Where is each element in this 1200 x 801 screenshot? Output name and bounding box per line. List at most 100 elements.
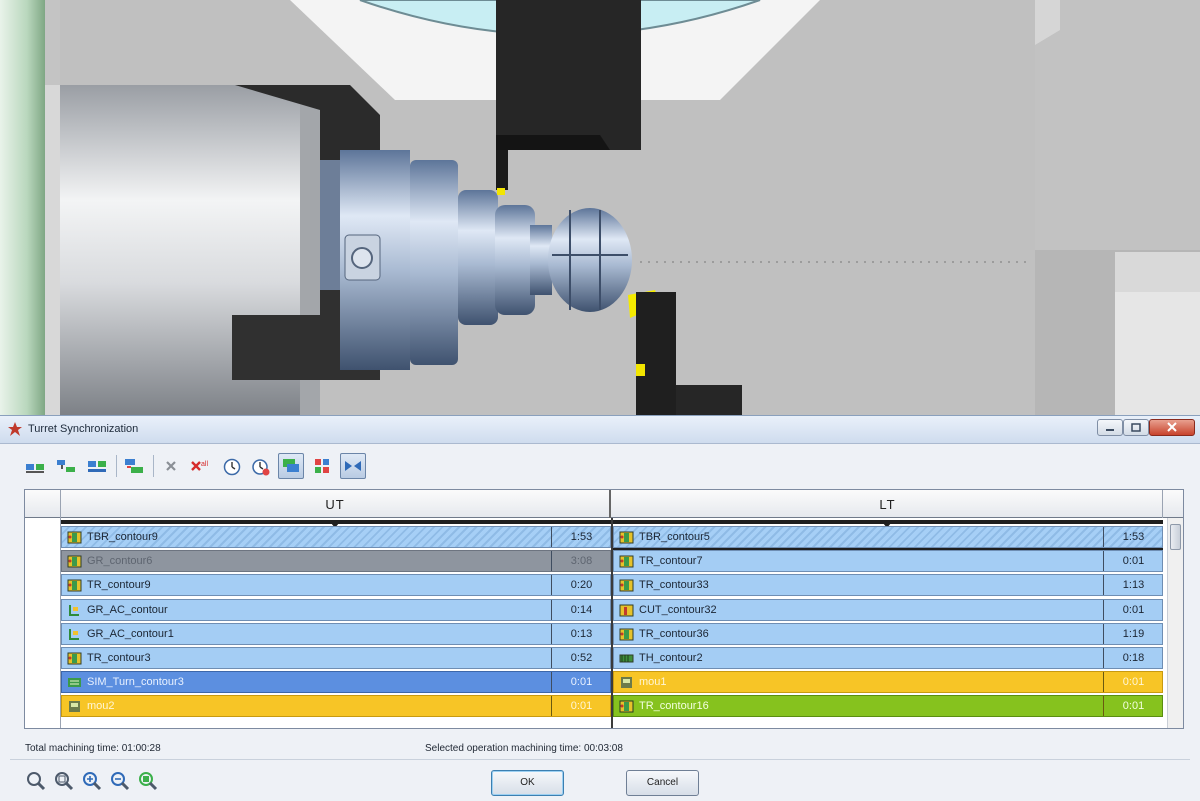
operation-row[interactable]: SIM_Turn_contour3 0:01 bbox=[61, 671, 611, 693]
title-bar[interactable]: Turret Synchronization bbox=[0, 416, 1200, 444]
operation-row[interactable]: mou2 0:01 bbox=[61, 695, 611, 717]
window-title: Turret Synchronization bbox=[28, 423, 139, 435]
operation-time: 0:52 bbox=[551, 648, 611, 668]
operation-row[interactable]: CUT_contour32 0:01 bbox=[613, 599, 1163, 621]
turning-tool-icon bbox=[67, 652, 82, 665]
delete-icon bbox=[166, 461, 176, 471]
operation-name: TR_contour7 bbox=[639, 555, 703, 567]
operation-time: 1:13 bbox=[1103, 575, 1163, 595]
zoom-window-button[interactable] bbox=[53, 770, 75, 792]
threading-tool-icon bbox=[619, 654, 634, 663]
operation-row[interactable]: mou1 0:01 bbox=[613, 671, 1163, 693]
maximize-button[interactable] bbox=[1123, 419, 1149, 436]
row-header-column bbox=[25, 518, 61, 728]
ok-button[interactable]: OK bbox=[491, 770, 564, 796]
operation-row[interactable]: TR_contour9 0:20 bbox=[61, 574, 611, 596]
zoom-button[interactable] bbox=[25, 770, 47, 792]
turning-tool-icon bbox=[67, 531, 82, 544]
ut-column-header[interactable]: UT bbox=[61, 490, 611, 518]
turning-tool-icon bbox=[67, 579, 82, 592]
operation-name: TR_contour9 bbox=[87, 579, 151, 591]
turning-tool-icon bbox=[67, 555, 82, 568]
split-view-button[interactable] bbox=[340, 453, 366, 479]
turning-tool-icon bbox=[619, 531, 634, 544]
machine-op-icon bbox=[621, 677, 632, 688]
operation-row[interactable]: TR_contour7 0:01 bbox=[613, 550, 1163, 572]
minimize-icon bbox=[1106, 429, 1114, 431]
operation-time: 0:01 bbox=[551, 672, 611, 692]
operation-time: 0:01 bbox=[1103, 696, 1163, 716]
assign-turret-button[interactable] bbox=[121, 453, 147, 479]
cutoff-tool-icon bbox=[619, 604, 634, 617]
operation-name: TR_contour3 bbox=[87, 652, 151, 664]
operation-time: 0:01 bbox=[1103, 672, 1163, 692]
operation-name: GR_contour6 bbox=[87, 555, 153, 567]
clock-icon bbox=[223, 458, 241, 476]
color-legend-icon bbox=[315, 459, 329, 473]
grooving-tool-icon bbox=[69, 605, 79, 616]
turning-tool-icon bbox=[619, 628, 634, 641]
zoom-fit-button[interactable] bbox=[137, 770, 159, 792]
delete-all-icon: all bbox=[191, 461, 208, 471]
turning-tool-icon bbox=[619, 555, 634, 568]
turning-tool-icon bbox=[619, 579, 634, 592]
operation-time: 1:53 bbox=[551, 527, 611, 547]
operation-name: mou2 bbox=[87, 700, 115, 712]
toolbar-separator bbox=[153, 455, 154, 477]
operation-name: SIM_Turn_contour3 bbox=[87, 676, 184, 688]
delete-all-button[interactable]: all bbox=[186, 453, 212, 479]
operation-time: 0:01 bbox=[1103, 551, 1163, 571]
zoom-out-button[interactable] bbox=[109, 770, 131, 792]
vertical-scrollbar[interactable] bbox=[1167, 518, 1183, 728]
operation-row[interactable]: TH_contour2 0:18 bbox=[613, 647, 1163, 669]
operation-row[interactable]: TBR_contour5 1:53 bbox=[613, 526, 1163, 548]
cancel-button[interactable]: Cancel bbox=[626, 770, 699, 796]
operation-name: TR_contour33 bbox=[639, 579, 709, 591]
align-operations-button[interactable] bbox=[53, 453, 79, 479]
operation-time: 0:13 bbox=[551, 624, 611, 644]
sync-turrets-button[interactable] bbox=[22, 453, 48, 479]
operation-name: TR_contour16 bbox=[639, 700, 709, 712]
align-operations-icon bbox=[57, 460, 75, 472]
app-star-icon bbox=[8, 422, 22, 436]
status-divider bbox=[10, 759, 1190, 760]
zoom-in-icon bbox=[83, 772, 102, 791]
operation-row[interactable]: TR_contour33 1:13 bbox=[613, 574, 1163, 596]
close-button[interactable] bbox=[1149, 419, 1195, 436]
sync-table: UT LT TBR_contour9 1:53 GR_contour6 3:08 TR_… bbox=[24, 489, 1184, 729]
operation-time: 0:14 bbox=[551, 600, 611, 620]
zoom-fit-icon bbox=[139, 772, 158, 791]
operation-time: 1:53 bbox=[1103, 527, 1163, 547]
view-mode-button[interactable] bbox=[278, 453, 304, 479]
operation-row[interactable]: GR_AC_contour1 0:13 bbox=[61, 623, 611, 645]
zoom-out-icon bbox=[111, 772, 130, 791]
delete-button[interactable] bbox=[158, 453, 184, 479]
lt-column-header[interactable]: LT bbox=[613, 490, 1163, 518]
sync-turrets-icon bbox=[26, 464, 44, 473]
zoom-window-icon bbox=[55, 772, 74, 791]
merge-rows-button[interactable] bbox=[84, 453, 110, 479]
operation-row[interactable]: GR_contour6 3:08 bbox=[61, 550, 611, 572]
zoom-in-button[interactable] bbox=[81, 770, 103, 792]
table-header: UT LT bbox=[25, 490, 1183, 518]
operation-row[interactable]: TBR_contour9 1:53 bbox=[61, 526, 611, 548]
toolbar-separator bbox=[116, 455, 117, 477]
split-view-icon bbox=[345, 461, 361, 471]
operation-row[interactable]: TR_contour3 0:52 bbox=[61, 647, 611, 669]
operation-row[interactable]: GR_AC_contour 0:14 bbox=[61, 599, 611, 621]
clock-refresh-button[interactable] bbox=[248, 453, 274, 479]
operation-time: 0:18 bbox=[1103, 648, 1163, 668]
sync-marker-bar bbox=[613, 520, 1163, 528]
operation-row[interactable]: TR_contour16 0:01 bbox=[613, 695, 1163, 717]
machine-op-icon bbox=[69, 701, 80, 712]
clock-button[interactable] bbox=[219, 453, 245, 479]
machining-viewport[interactable] bbox=[0, 0, 1200, 415]
operation-time: 1:19 bbox=[1103, 624, 1163, 644]
operation-time: 3:08 bbox=[551, 551, 611, 571]
operation-row[interactable]: TR_contour36 1:19 bbox=[613, 623, 1163, 645]
color-legend-button[interactable] bbox=[309, 453, 335, 479]
operation-name: TBR_contour5 bbox=[639, 531, 710, 543]
ut-operations-column: TBR_contour9 1:53 GR_contour6 3:08 TR_contou… bbox=[61, 518, 611, 728]
minimize-button[interactable] bbox=[1097, 419, 1123, 436]
scrollbar-thumb[interactable] bbox=[1170, 524, 1181, 550]
